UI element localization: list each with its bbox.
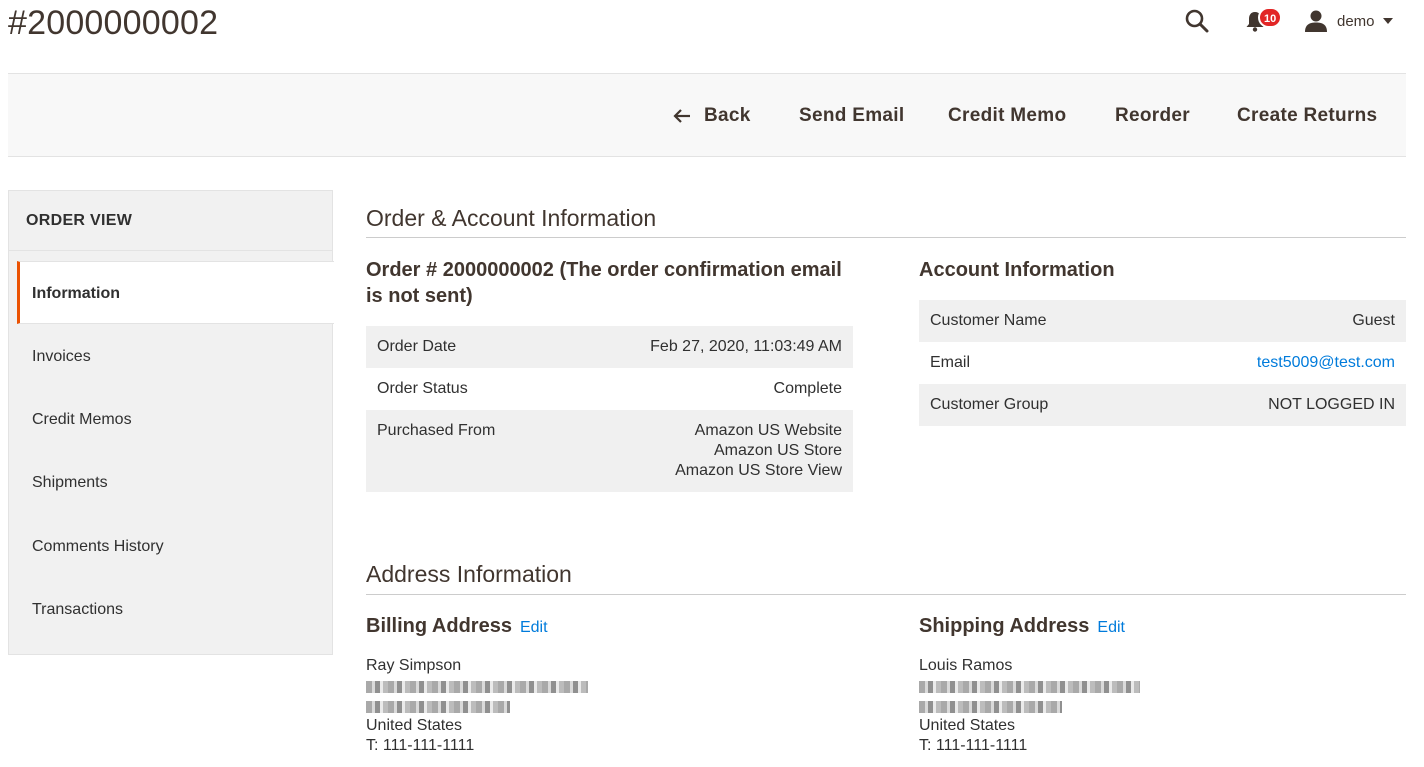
sidebar-item-comments-history[interactable]: Comments History xyxy=(17,515,334,578)
shipping-name: Louis Ramos xyxy=(919,657,1013,674)
account-info-title: Account Information xyxy=(919,259,1115,281)
back-button[interactable]: Back xyxy=(672,102,751,130)
credit-memo-button[interactable]: Credit Memo xyxy=(948,102,1066,130)
shipping-address-heading: Shipping Address Edit xyxy=(919,613,1125,641)
arrow-left-icon xyxy=(673,109,690,123)
order-account-section-title: Order & Account Information xyxy=(366,205,657,231)
billing-address-block: Ray Simpson United States T: 111-111-111… xyxy=(366,656,666,756)
redacted-city-line xyxy=(366,696,666,716)
customer-name-value: Guest xyxy=(1352,312,1395,329)
sidebar-item-transactions[interactable]: Transactions xyxy=(17,578,334,641)
redacted-street-line xyxy=(919,676,1219,696)
sidebar-item-credit-memos[interactable]: Credit Memos xyxy=(17,388,334,451)
account-info-table: Customer Name Guest Email test5009@test.… xyxy=(919,300,1406,426)
order-title: Order # 2000000002 (The order confirmati… xyxy=(366,259,842,307)
sidebar-item-invoices[interactable]: Invoices xyxy=(17,325,334,388)
billing-phone: T: 111-111-1111 xyxy=(366,737,475,754)
user-menu[interactable]: demo xyxy=(1304,8,1393,34)
billing-name: Ray Simpson xyxy=(366,657,462,674)
order-status-label: Order Status xyxy=(377,380,468,397)
order-date-value: Feb 27, 2020, 11:03:49 AM xyxy=(650,338,842,355)
chevron-down-icon xyxy=(1382,18,1393,24)
redacted-city-line xyxy=(919,696,1219,716)
section-divider xyxy=(366,594,1406,595)
reorder-button[interactable]: Reorder xyxy=(1115,102,1190,130)
sidebar-heading: ORDER VIEW xyxy=(9,191,332,251)
search-icon[interactable] xyxy=(1184,8,1210,34)
customer-group-value: NOT LOGGED IN xyxy=(1268,396,1395,413)
table-row: Order Date Feb 27, 2020, 11:03:49 AM xyxy=(366,326,853,368)
shipping-address-title: Shipping Address xyxy=(919,615,1090,637)
table-row: Order Status Complete xyxy=(366,368,853,410)
order-view-sidebar: ORDER VIEW Information Invoices Credit M… xyxy=(8,190,334,655)
billing-country: United States xyxy=(366,717,463,734)
table-row: Customer Name Guest xyxy=(919,300,1406,342)
table-row: Customer Group NOT LOGGED IN xyxy=(919,384,1406,426)
shipping-address-block: Louis Ramos United States T: 111-111-111… xyxy=(919,656,1219,756)
back-button-label: Back xyxy=(704,105,751,126)
order-info-table: Order Date Feb 27, 2020, 11:03:49 AM Ord… xyxy=(366,326,853,492)
redacted-street-line xyxy=(366,676,666,696)
user-icon xyxy=(1305,10,1327,32)
customer-name-label: Customer Name xyxy=(930,312,1047,329)
page-title: #2000000002 xyxy=(8,4,219,42)
table-row: Purchased From Amazon US Website Amazon … xyxy=(366,410,853,492)
notification-count-badge[interactable]: 10 xyxy=(1258,7,1283,28)
billing-address-heading: Billing Address Edit xyxy=(366,613,548,641)
create-returns-button[interactable]: Create Returns xyxy=(1237,102,1377,130)
table-row: Email test5009@test.com xyxy=(919,342,1406,384)
user-name: demo xyxy=(1337,12,1375,30)
purchased-from-website: Amazon US Website xyxy=(694,422,842,439)
customer-email-link[interactable]: test5009@test.com xyxy=(1257,354,1395,372)
customer-group-label: Customer Group xyxy=(930,396,1049,413)
purchased-from-value: Amazon US Website Amazon US Store Amazon… xyxy=(675,421,842,492)
purchased-from-store-view: Amazon US Store View xyxy=(675,462,842,479)
send-email-button[interactable]: Send Email xyxy=(799,102,904,130)
order-status-value: Complete xyxy=(773,380,842,397)
email-label: Email xyxy=(930,354,971,371)
address-section-title: Address Information xyxy=(366,561,572,587)
billing-address-title: Billing Address xyxy=(366,615,512,637)
purchased-from-label: Purchased From xyxy=(377,422,496,439)
page-actions-toolbar: Back Send Email Credit Memo Reorder Crea… xyxy=(8,73,1406,157)
shipping-edit-link[interactable]: Edit xyxy=(1097,619,1125,636)
sidebar-item-information[interactable]: Information xyxy=(17,261,334,324)
sidebar-item-shipments[interactable]: Shipments xyxy=(17,451,334,514)
order-date-label: Order Date xyxy=(377,338,457,355)
section-divider xyxy=(366,237,1406,238)
purchased-from-store: Amazon US Store xyxy=(713,442,842,459)
billing-edit-link[interactable]: Edit xyxy=(520,619,548,636)
shipping-country: United States xyxy=(919,717,1016,734)
shipping-phone: T: 111-111-1111 xyxy=(919,737,1028,754)
